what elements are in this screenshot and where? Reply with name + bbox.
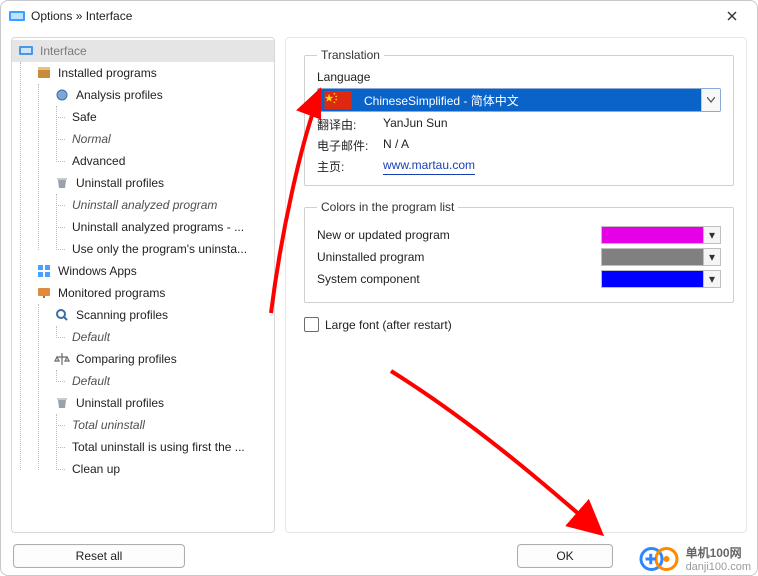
- tree-label: Analysis profiles: [76, 88, 163, 102]
- chevron-down-icon: ▾: [703, 249, 720, 265]
- tree-leaf-uaps[interactable]: Uninstall analyzed programs - ...: [66, 216, 274, 238]
- profile-icon: [54, 307, 70, 323]
- homepage-label: 主页:: [317, 158, 377, 175]
- tree: Interface Installed programs: [12, 38, 274, 482]
- tree-leaf-useonly[interactable]: Use only the program's uninsta...: [66, 238, 274, 260]
- tree-node-scanning-profiles[interactable]: Scanning profiles: [48, 304, 274, 326]
- tree-label: Use only the program's uninsta...: [72, 242, 247, 256]
- sidebar: Interface Installed programs: [11, 37, 275, 533]
- tree-leaf-comparing-default[interactable]: Default: [66, 370, 274, 392]
- scale-icon: [54, 351, 70, 367]
- tree-label: Comparing profiles: [76, 352, 177, 366]
- tree-label: Clean up: [72, 462, 120, 476]
- color-picker-new[interactable]: ▾: [601, 226, 721, 244]
- chevron-down-icon: ▾: [703, 271, 720, 287]
- reset-all-button[interactable]: Reset all: [13, 544, 185, 568]
- tree-leaf-total-uninstall-first[interactable]: Total uninstall is using first the ...: [66, 436, 274, 458]
- trash-icon: [54, 395, 70, 411]
- tree-node-monitored-programs[interactable]: Monitored programs: [30, 282, 274, 304]
- tree-node-windows-apps[interactable]: Windows Apps: [30, 260, 274, 282]
- large-font-checkbox[interactable]: [304, 317, 319, 332]
- tree-label: Total uninstall is using first the ...: [72, 440, 245, 454]
- color-row-new: New or updated program ▾: [317, 226, 721, 244]
- dialog-buttons: Reset all OK: [1, 537, 757, 575]
- tree-leaf-uap[interactable]: Uninstall analyzed program: [66, 194, 274, 216]
- color-swatch: [602, 249, 703, 265]
- color-picker-uninstalled[interactable]: ▾: [601, 248, 721, 266]
- tree-label: Default: [72, 374, 110, 388]
- language-selected: ChineseSimplified - 简体中文: [364, 92, 519, 109]
- tree-label: Uninstall profiles: [76, 176, 164, 190]
- button-label: OK: [556, 549, 573, 563]
- tree-leaf-cleanup[interactable]: Clean up: [66, 458, 274, 480]
- color-swatch: [602, 271, 703, 287]
- tree-label: Uninstall analyzed program: [72, 198, 217, 212]
- close-icon: [727, 11, 737, 21]
- colors-legend: Colors in the program list: [317, 200, 458, 214]
- tree-node-comparing-profiles[interactable]: Comparing profiles: [48, 348, 274, 370]
- large-font-option[interactable]: Large font (after restart): [304, 317, 734, 332]
- tree-label: Safe: [72, 110, 97, 124]
- tree-node-uninstall-profiles-1[interactable]: Uninstall profiles: [48, 172, 274, 194]
- color-picker-system[interactable]: ▾: [601, 270, 721, 288]
- tree-leaf-safe[interactable]: Safe: [66, 106, 274, 128]
- sidebar-scroll[interactable]: Interface Installed programs: [12, 38, 274, 532]
- color-swatch: [602, 227, 703, 243]
- main-panel: Translation Language ChineseSimplified -…: [285, 37, 747, 533]
- color-row-uninstalled: Uninstalled program ▾: [317, 248, 721, 266]
- large-font-label: Large font (after restart): [325, 318, 452, 332]
- tree-node-analysis-profiles[interactable]: Analysis profiles: [48, 84, 274, 106]
- profile-icon: [54, 87, 70, 103]
- translation-legend: Translation: [317, 48, 384, 62]
- color-label: Uninstalled program: [317, 250, 424, 264]
- translation-email: N / A: [383, 137, 409, 154]
- translation-homepage-link[interactable]: www.martau.com: [383, 158, 475, 175]
- monitor-icon: [36, 285, 52, 301]
- titlebar: Options » Interface: [1, 1, 757, 31]
- tree-label: Uninstall analyzed programs - ...: [72, 220, 244, 234]
- options-window: Options » Interface: [0, 0, 758, 576]
- color-label: System component: [317, 272, 420, 286]
- tree-label: Default: [72, 330, 110, 344]
- chevron-down-icon: [701, 89, 720, 111]
- tree-node-uninstall-profiles-2[interactable]: Uninstall profiles: [48, 392, 274, 414]
- tree-label: Total uninstall: [72, 418, 145, 432]
- app-icon: [9, 8, 25, 24]
- tree-label: Scanning profiles: [76, 308, 168, 322]
- window-title: Options » Interface: [31, 9, 132, 23]
- button-label: Reset all: [76, 549, 123, 563]
- tree-node-interface[interactable]: Interface: [12, 40, 274, 62]
- author-label: 翻译由:: [317, 116, 377, 133]
- close-button[interactable]: [709, 1, 755, 31]
- trash-icon: [54, 175, 70, 191]
- language-select[interactable]: ChineseSimplified - 简体中文: [317, 88, 721, 112]
- apps-icon: [36, 263, 52, 279]
- tree-label: Windows Apps: [58, 264, 137, 278]
- tree-leaf-total-uninstall[interactable]: Total uninstall: [66, 414, 274, 436]
- email-label: 电子邮件:: [317, 137, 377, 154]
- tree-label: Normal: [72, 132, 111, 146]
- tree-label: Monitored programs: [58, 286, 165, 300]
- translation-group: Translation Language ChineseSimplified -…: [304, 48, 734, 186]
- tree-label: Uninstall profiles: [76, 396, 164, 410]
- tree-leaf-scanning-default[interactable]: Default: [66, 326, 274, 348]
- chevron-down-icon: ▾: [703, 227, 720, 243]
- tree-leaf-normal[interactable]: Normal: [66, 128, 274, 150]
- tree-leaf-advanced[interactable]: Advanced: [66, 150, 274, 172]
- tree-label: Interface: [40, 44, 87, 58]
- interface-icon: [18, 43, 34, 59]
- color-label: New or updated program: [317, 228, 450, 242]
- language-label: Language: [317, 70, 721, 84]
- box-icon: [36, 65, 52, 81]
- translation-author: YanJun Sun: [383, 116, 448, 133]
- color-row-system: System component ▾: [317, 270, 721, 288]
- flag-cn-icon: [322, 91, 354, 109]
- tree-label: Installed programs: [58, 66, 157, 80]
- tree-node-installed-programs[interactable]: Installed programs: [30, 62, 274, 84]
- tree-label: Advanced: [72, 154, 125, 168]
- colors-group: Colors in the program list New or update…: [304, 200, 734, 303]
- ok-button[interactable]: OK: [517, 544, 613, 568]
